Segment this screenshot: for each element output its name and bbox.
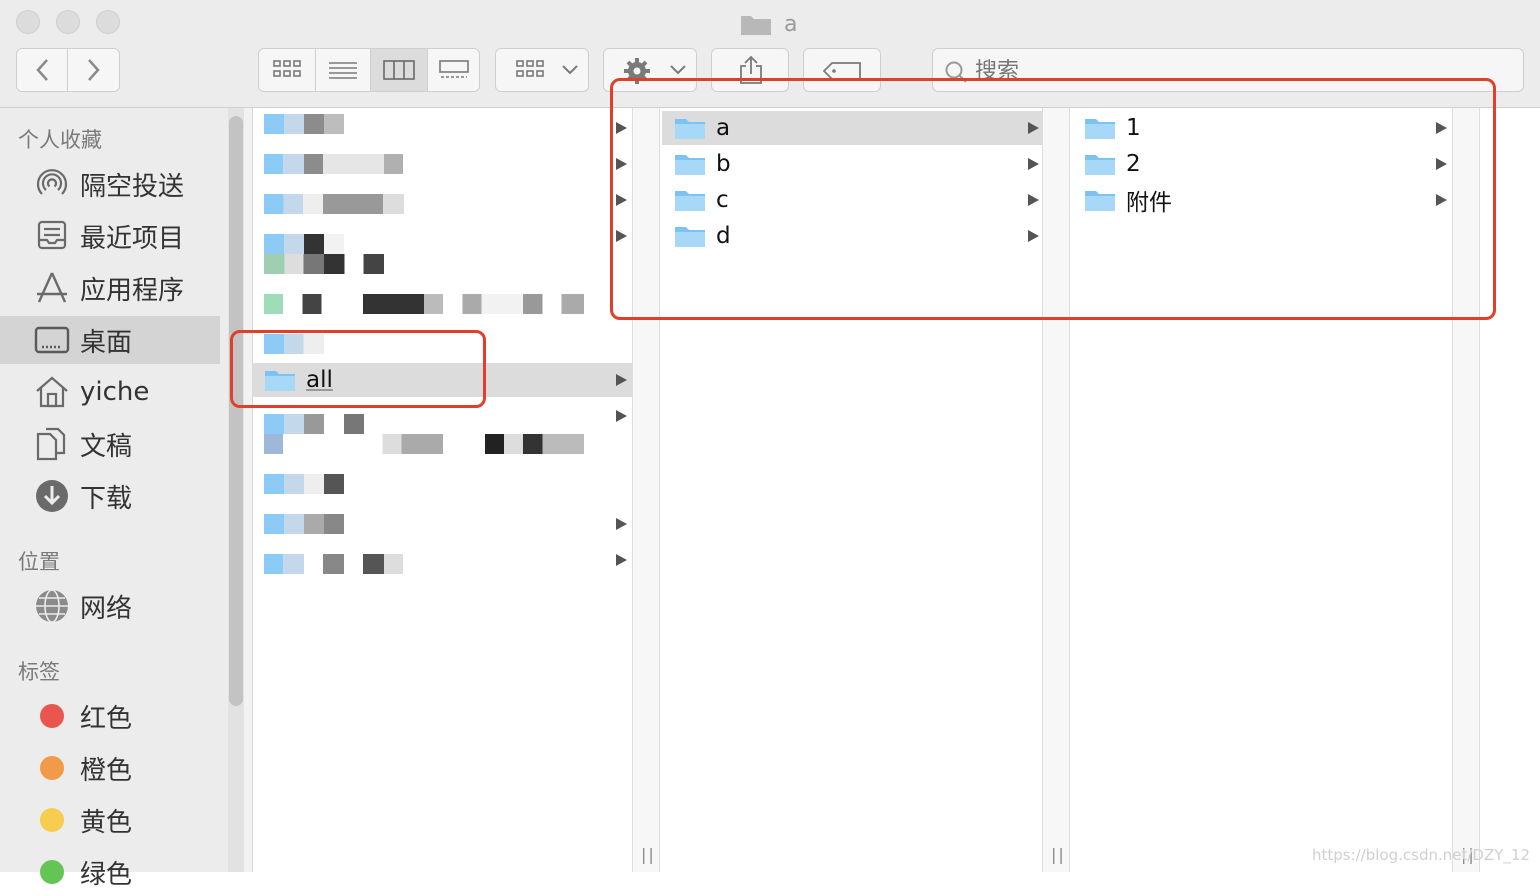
annotation-box-subfolders xyxy=(610,78,1496,320)
window-title: a xyxy=(740,10,797,38)
grid-icon xyxy=(273,60,301,77)
blurred-item xyxy=(264,514,344,534)
blurred-item xyxy=(264,154,424,174)
sidebar-item-home[interactable]: yiche xyxy=(0,368,220,416)
list-icon xyxy=(329,62,357,79)
close-window-button[interactable] xyxy=(16,10,40,34)
disclosure-arrow-icon xyxy=(616,410,627,422)
gallery-view-button[interactable] xyxy=(428,49,480,91)
columns-icon xyxy=(383,60,415,80)
folder-icon xyxy=(741,16,771,35)
sidebar-item-desktop[interactable]: 桌面 xyxy=(0,316,220,364)
sidebar-item-label: 应用程序 xyxy=(80,275,185,306)
favorites-header: 个人收藏 xyxy=(18,128,102,152)
sidebar-item-label: yiche xyxy=(80,377,150,407)
sidebar-item-label: 文稿 xyxy=(80,431,133,462)
chevron-right-icon xyxy=(88,59,100,81)
yellow-tag-icon xyxy=(34,802,70,838)
view-mode-control xyxy=(258,48,480,92)
desktop-icon xyxy=(34,322,70,358)
tags-header: 标签 xyxy=(18,660,60,684)
window-title-text: a xyxy=(784,11,798,37)
column-view-button[interactable] xyxy=(371,49,428,91)
back-button[interactable] xyxy=(17,49,68,91)
group-by-button[interactable] xyxy=(495,48,589,92)
sidebar-scrollbar-thumb[interactable] xyxy=(229,116,243,706)
minimize-window-button[interactable] xyxy=(56,10,80,34)
tag-dot xyxy=(40,704,64,728)
blurred-item xyxy=(264,434,584,454)
locations-header: 位置 xyxy=(18,550,60,574)
sidebar-item-label: 绿色 xyxy=(80,859,133,890)
chevron-down-icon xyxy=(562,65,578,75)
nav-buttons xyxy=(16,48,120,92)
grid-icon xyxy=(516,60,544,77)
sidebar-item-applications[interactable]: 应用程序 xyxy=(0,264,220,312)
sidebar-item-airdrop[interactable]: 隔空投送 xyxy=(0,160,220,208)
blurred-item xyxy=(264,554,424,574)
sidebar-tag-red[interactable]: 红色 xyxy=(0,692,220,740)
recents-icon xyxy=(34,218,70,254)
blurred-item xyxy=(264,114,344,134)
sidebar-item-label: 最近项目 xyxy=(80,223,185,254)
documents-icon xyxy=(34,426,70,462)
sidebar-item-label: 黄色 xyxy=(80,807,133,838)
network-icon xyxy=(34,588,70,624)
green-tag-icon xyxy=(34,854,70,890)
gallery-icon xyxy=(439,60,469,78)
sidebar-item-label: 网络 xyxy=(80,593,133,624)
sidebar-item-documents[interactable]: 文稿 xyxy=(0,420,220,468)
sidebar-tag-orange[interactable]: 橙色 xyxy=(0,744,220,792)
chevron-left-icon xyxy=(36,59,48,81)
blurred-item xyxy=(264,474,344,494)
sidebar: 个人收藏 隔空投送 最近项目 应用程序 桌面 yiche 文稿 下载 位置 网络… xyxy=(0,108,228,890)
applications-icon xyxy=(34,270,70,306)
airdrop-icon xyxy=(34,166,70,202)
sidebar-item-label: 橙色 xyxy=(80,755,133,786)
disclosure-arrow-icon xyxy=(616,518,627,530)
annotation-box-all xyxy=(230,330,486,408)
list-view-button[interactable] xyxy=(316,49,371,91)
blurred-item xyxy=(264,254,384,274)
blurred-item xyxy=(264,194,404,214)
column-1: all xyxy=(252,108,632,872)
icon-view-button[interactable] xyxy=(259,49,316,91)
sidebar-item-network[interactable]: 网络 xyxy=(0,582,220,630)
blurred-item xyxy=(264,234,344,254)
blurred-item xyxy=(264,414,364,434)
chevron-down-icon xyxy=(670,65,686,75)
sidebar-item-label: 隔空投送 xyxy=(80,171,185,202)
disclosure-arrow-icon xyxy=(616,374,627,386)
disclosure-arrow-icon xyxy=(616,554,627,566)
forward-button[interactable] xyxy=(69,49,119,91)
downloads-icon xyxy=(34,478,70,514)
zoom-window-button[interactable] xyxy=(96,10,120,34)
sidebar-tag-green[interactable]: 绿色 xyxy=(0,848,220,896)
sidebar-item-label: 红色 xyxy=(80,703,133,734)
red-tag-icon xyxy=(34,698,70,734)
watermark: https://blog.csdn.net/DZY_12 xyxy=(1311,846,1530,864)
blurred-item xyxy=(264,294,584,314)
tag-dot xyxy=(40,756,64,780)
sidebar-item-downloads[interactable]: 下载 xyxy=(0,472,220,520)
home-icon xyxy=(34,374,70,410)
sidebar-item-recents[interactable]: 最近项目 xyxy=(0,212,220,260)
sidebar-tag-yellow[interactable]: 黄色 xyxy=(0,796,220,844)
tag-dot xyxy=(40,860,64,884)
sidebar-item-label: 下载 xyxy=(80,483,133,514)
orange-tag-icon xyxy=(34,750,70,786)
tag-dot xyxy=(40,808,64,832)
sidebar-item-label: 桌面 xyxy=(80,327,133,358)
